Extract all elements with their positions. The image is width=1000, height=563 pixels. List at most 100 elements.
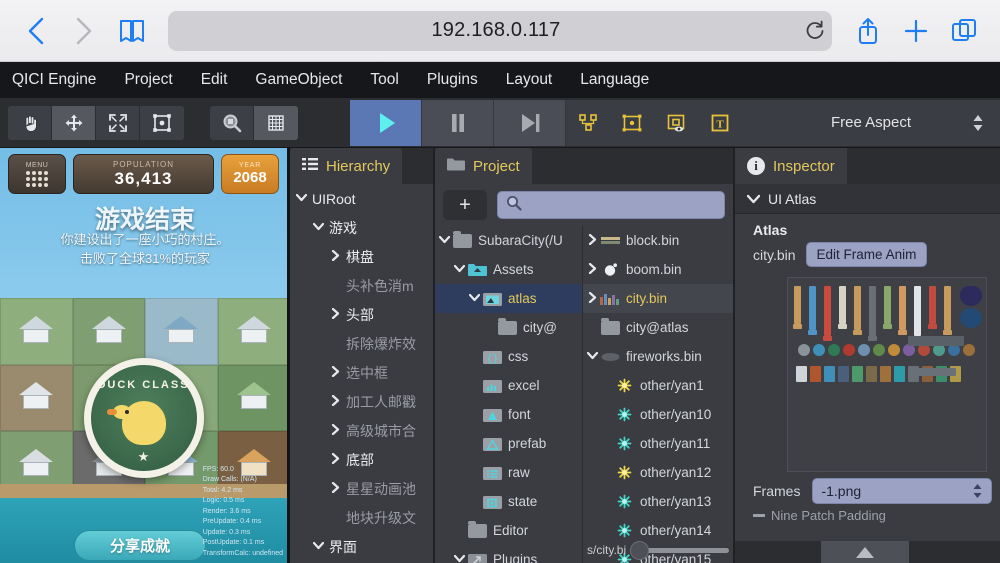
atlas-preview[interactable] (787, 277, 987, 472)
project-tree-item[interactable]: {} css (435, 342, 582, 371)
hierarchy-tree[interactable]: UIRoot 游戏 棋盘 头补色消m 头部 拆除爆炸效 选中框 加工人邮戳 高级城市合 底部 星星动… (290, 184, 433, 563)
chevron-down-icon[interactable] (294, 193, 308, 205)
share-icon[interactable] (846, 9, 890, 53)
reload-icon[interactable] (798, 20, 832, 42)
text-gizmo-icon[interactable]: T (698, 100, 742, 146)
rect-tool-icon[interactable] (140, 105, 184, 140)
tab-inspector[interactable]: i Inspector (735, 148, 847, 184)
project-file-item[interactable]: city@atlas (583, 313, 733, 342)
bookmarks-icon[interactable] (110, 9, 154, 53)
project-horizontal-scrollbar[interactable]: s/city.bi (583, 540, 733, 560)
project-tree-item[interactable]: Assets (435, 255, 582, 284)
hierarchy-item[interactable]: 头补色消m (290, 271, 433, 300)
chevron-right-icon[interactable] (328, 365, 342, 380)
hierarchy-item[interactable]: 游戏 (290, 213, 433, 242)
scrollbar-knob[interactable] (630, 540, 650, 560)
project-tree-item[interactable]: city@ (435, 313, 582, 342)
move-tool-icon[interactable] (52, 105, 96, 140)
chevron-down-icon[interactable] (585, 351, 599, 363)
project-file-item[interactable]: boom.bin (583, 255, 733, 284)
chevron-right-icon[interactable] (328, 452, 342, 467)
pause-button[interactable] (422, 99, 494, 146)
nine-patch-row[interactable]: Nine Patch Padding (735, 504, 1000, 523)
project-file-item[interactable]: block.bin (583, 226, 733, 255)
chevron-down-icon[interactable] (452, 554, 466, 563)
chevron-right-icon[interactable] (328, 249, 342, 264)
chevron-right-icon[interactable] (328, 423, 342, 438)
forward-button[interactable] (62, 9, 106, 53)
chevron-down-icon[interactable] (467, 293, 481, 305)
chevron-right-icon[interactable] (585, 233, 599, 248)
node-gizmo-icon[interactable] (566, 100, 610, 146)
inspector-scroll-up-button[interactable] (821, 541, 909, 563)
chevron-right-icon[interactable] (585, 291, 599, 306)
hierarchy-item[interactable]: 棋盘 (290, 242, 433, 271)
hierarchy-item[interactable]: 高级城市合 (290, 416, 433, 445)
chevron-down-icon[interactable] (437, 235, 451, 247)
aspect-stepper-icon[interactable] (972, 114, 984, 132)
project-file-item[interactable]: other/yan11 (583, 429, 733, 458)
aspect-selector[interactable]: Free Aspect (742, 99, 1000, 146)
project-file-list[interactable]: block.bin boom.bin city.bin city@atlas firew… (583, 226, 733, 563)
game-menu-button[interactable]: MENU (8, 154, 66, 194)
project-file-item[interactable]: fireworks.bin (583, 342, 733, 371)
ui-atlas-section-header[interactable]: UI Atlas (735, 184, 1000, 214)
chevron-down-icon[interactable] (311, 222, 325, 234)
hierarchy-item[interactable]: 加工人邮戳 (290, 387, 433, 416)
edit-frame-anim-button[interactable]: Edit Frame Anim (805, 242, 928, 267)
frames-dropdown[interactable]: -1.png (812, 478, 992, 504)
project-tree-item[interactable]: atlas (435, 284, 582, 313)
visibility-gizmo-icon[interactable] (654, 100, 698, 146)
zoom-tool-icon[interactable] (210, 105, 254, 140)
project-file-item[interactable]: other/yan1 (583, 371, 733, 400)
hierarchy-item[interactable]: 头部 (290, 300, 433, 329)
hand-tool-icon[interactable] (8, 105, 52, 140)
step-button[interactable] (494, 99, 566, 146)
menu-item-language[interactable]: Language (566, 62, 663, 98)
project-tree-item[interactable]: Plugins (435, 545, 582, 563)
tab-project[interactable]: Project (435, 148, 532, 184)
hierarchy-item[interactable]: 选中框 (290, 358, 433, 387)
add-asset-button[interactable]: + (443, 190, 487, 220)
project-tree-item[interactable]: state (435, 487, 582, 516)
frames-stepper-icon[interactable] (972, 483, 983, 499)
tabs-icon[interactable] (942, 9, 986, 53)
project-tree-item[interactable]: excel (435, 371, 582, 400)
project-tree-item[interactable]: raw (435, 458, 582, 487)
back-button[interactable] (14, 9, 58, 53)
project-file-item[interactable]: city.bin (583, 284, 733, 313)
scale-tool-icon[interactable] (96, 105, 140, 140)
new-tab-icon[interactable] (894, 9, 938, 53)
chevron-right-icon[interactable] (328, 394, 342, 409)
project-tree-item[interactable]: font (435, 400, 582, 429)
hierarchy-item[interactable]: UIRoot (290, 184, 433, 213)
share-achievement-button[interactable]: 分享成就 (74, 530, 206, 561)
menu-item-tool[interactable]: Tool (356, 62, 412, 98)
menu-item-project[interactable]: Project (110, 62, 186, 98)
chevron-down-icon[interactable] (452, 264, 466, 276)
project-search-input[interactable] (497, 191, 725, 219)
tab-hierarchy[interactable]: Hierarchy (290, 148, 403, 184)
hierarchy-item[interactable]: 拆除爆炸效 (290, 329, 433, 358)
project-file-item[interactable]: other/yan10 (583, 400, 733, 429)
address-bar[interactable]: 192.168.0.117 (168, 10, 832, 51)
project-tree-item[interactable]: Editor (435, 516, 582, 545)
project-file-item[interactable]: other/yan13 (583, 487, 733, 516)
scrollbar-track[interactable] (630, 540, 729, 560)
bounds-gizmo-icon[interactable] (610, 100, 654, 146)
chevron-down-icon[interactable] (311, 541, 325, 553)
menu-item-gameobject[interactable]: GameObject (241, 62, 356, 98)
project-file-item[interactable]: other/yan12 (583, 458, 733, 487)
project-folder-tree[interactable]: SubaraCity(/U Assets atlas city@ {} css excel f… (435, 226, 583, 563)
chevron-right-icon[interactable] (585, 262, 599, 277)
menu-item-qici[interactable]: QICI Engine (0, 62, 110, 98)
hierarchy-item[interactable]: 星星动画池 (290, 474, 433, 503)
menu-item-edit[interactable]: Edit (187, 62, 242, 98)
game-view[interactable]: DUCK CLASS ★ MENU POPULATION 36,413 YEAR… (0, 148, 290, 563)
grid-tool-icon[interactable] (254, 105, 298, 140)
hierarchy-item[interactable]: 底部 (290, 445, 433, 474)
menu-item-layout[interactable]: Layout (492, 62, 567, 98)
hierarchy-item[interactable]: 地块升级文 (290, 503, 433, 532)
menu-item-plugins[interactable]: Plugins (413, 62, 492, 98)
project-tree-item[interactable]: prefab (435, 429, 582, 458)
